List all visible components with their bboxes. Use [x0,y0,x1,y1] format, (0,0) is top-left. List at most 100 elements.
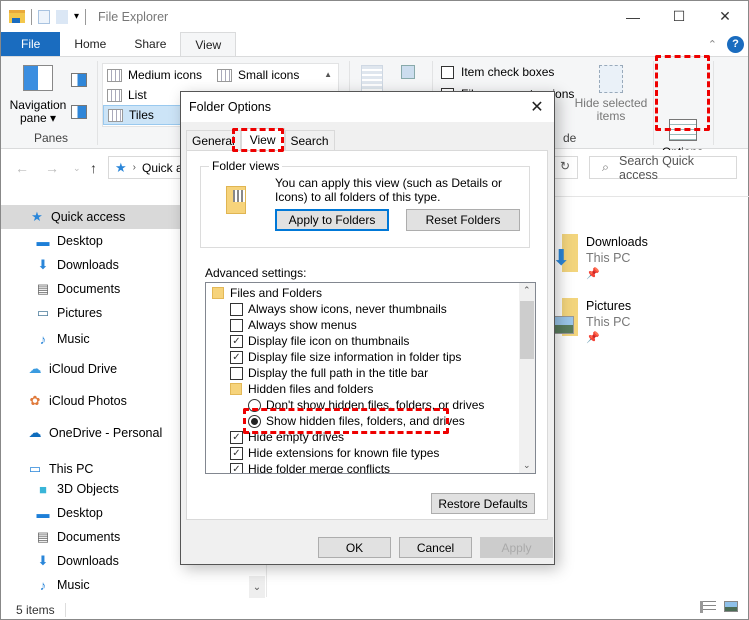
advanced-settings-list[interactable]: ✓ Hide folder merge conflicts ✓ Hide extens… [205,282,536,474]
navigation-pane-button[interactable]: Navigation pane ▾ [7,63,69,125]
layout-list[interactable]: List [103,85,147,105]
music-icon: ♪ [39,577,47,593]
details-view-icon[interactable] [700,601,716,613]
setting-always-show-icons-never-thumbnails[interactable]: Always show icons, never thumbnails [230,301,447,317]
folder-app-icon [9,10,25,23]
minimize-button[interactable]: — [610,1,656,32]
apply-button[interactable]: Apply [480,537,553,558]
checkbox-checked[interactable]: ✓ [230,446,243,460]
panes-group-label: Panes [34,131,69,145]
highlight-view-tab [232,128,284,152]
layout-label: Medium icons [128,68,203,82]
content-item-pictures[interactable]: Pictures This PC 📌 [548,298,632,346]
setting-hide-folder-merge-conflicts[interactable]: ✓ Hide folder merge conflicts [230,461,390,473]
advanced-scrollbar[interactable]: ⌃ ⌄ [519,283,535,473]
ok-button[interactable]: OK [318,537,391,558]
list-icon [107,88,122,102]
gallery-scroll-up-icon[interactable]: ▲ [324,70,332,79]
restore-defaults-button[interactable]: Restore Defaults [431,493,535,514]
group-separator [653,61,654,145]
tab-file[interactable]: File [1,32,61,56]
recent-locations-icon[interactable]: ⌄ [73,163,81,174]
downloads-folder-icon: ⬇ [552,234,578,274]
large-icons-view-icon[interactable] [724,601,738,612]
group-by-icon[interactable] [401,65,415,79]
icloud-icon: ☁ [28,361,42,376]
back-icon[interactable]: ← [15,160,29,176]
status-bar: 5 items [1,599,748,620]
onedrive-icon: ☁ [28,425,42,440]
reset-folders-button[interactable]: Reset Folders [406,209,520,231]
setting-display-the-full-path-in-the-title-bar[interactable]: Display the full path in the title bar [230,365,428,381]
checkbox-checked[interactable]: ✓ [230,334,243,348]
collapse-ribbon-icon[interactable]: ⌃ [708,38,717,51]
folder-views-legend: Folder views [209,159,283,173]
checkbox-unchecked[interactable] [230,302,243,316]
setting-display-file-size-information-in-folder-tips[interactable]: ✓ Display file size information in folder… [230,349,461,365]
breadcrumb-chevron-icon: › [132,162,136,173]
layout-small-icons[interactable]: Small icons [213,65,299,85]
highlight-options [655,55,710,131]
setting-hide-extensions-for-known-file-types[interactable]: ✓ Hide extensions for known file types [230,445,439,461]
apply-to-folders-button[interactable]: Apply to Folders [275,209,389,231]
checkbox-checked[interactable]: ✓ [230,430,243,444]
sidebar-item-label: Quick access [51,210,126,224]
checkbox-checked[interactable]: ✓ [230,462,243,473]
dialog-tab-search[interactable]: Search [284,130,335,150]
ribbon-tabs: File Home Share View ⌃ ? [1,32,748,56]
folder-icon [212,287,224,299]
item-check-boxes-option[interactable]: Item check boxes [441,65,554,79]
documents-icon: ▤ [36,281,50,296]
file-explorer-window: ▾ File Explorer — ☐ ✕ File Home Share Vi… [0,0,749,620]
tab-home[interactable]: Home [60,32,120,56]
details-pane-icon[interactable] [71,105,87,119]
item-name: Pictures [586,299,632,313]
navigation-pane-label: Navigation pane ▾ [9,98,67,125]
scroll-down-icon[interactable]: ⌄ [523,460,531,471]
scroll-thumb[interactable] [520,301,534,359]
properties-icon[interactable] [38,9,50,24]
forward-icon[interactable]: → [45,160,59,176]
checkbox-unchecked[interactable] [230,318,243,332]
content-item-downloads[interactable]: ⬇ Downloads This PC 📌 [552,234,648,282]
maximize-button[interactable]: ☐ [656,1,702,32]
sidebar-item-label: Music [57,332,90,346]
pictures-folder-icon [548,298,578,338]
setting-label: Hidden files and folders [248,382,374,396]
dialog-close-button[interactable]: ✕ [526,96,548,118]
sidebar-item-label: Downloads [57,554,119,568]
download-icon: ⬇ [37,553,49,568]
layout-tiles[interactable]: Tiles [103,105,183,125]
divider [549,196,749,197]
show-hide-group-label: de [563,131,577,145]
checkbox-checked[interactable]: ✓ [230,350,243,364]
search-placeholder: Search Quick access [619,153,695,182]
pin-icon: 📌 [586,332,600,344]
setting-label: Display file icon on thumbnails [248,334,410,348]
layout-medium-icons[interactable]: Medium icons [103,65,202,85]
up-icon[interactable]: ↑ [90,160,97,176]
sidebar-item-label: Desktop [57,506,103,520]
layout-label: List [128,88,147,102]
setting-always-show-menus[interactable]: Always show menus [230,317,357,333]
close-button[interactable]: ✕ [702,1,748,32]
sidebar-item-music[interactable]: ♪ Music [1,573,266,597]
hide-selected-items-button[interactable]: Hide selected items [573,65,649,123]
checkbox-unchecked[interactable] [230,366,243,380]
help-icon[interactable]: ? [727,35,744,53]
download-icon: ⬇ [37,257,49,272]
scroll-up-icon[interactable]: ⌃ [523,285,531,296]
setting-display-file-icon-on-thumbnails[interactable]: ✓ Display file icon on thumbnails [230,333,409,349]
setting-label: Files and Folders [230,286,323,300]
sidebar-item-label: Desktop [57,234,103,248]
customize-qat-icon[interactable]: ▾ [74,11,79,22]
refresh-icon[interactable]: ↻ [560,159,570,173]
search-input[interactable]: ⌕ Search Quick access [589,153,737,182]
tab-view[interactable]: View [180,32,237,56]
cancel-button[interactable]: Cancel [399,537,472,558]
tab-share[interactable]: Share [120,32,180,56]
item-check-boxes-checkbox[interactable] [441,65,454,79]
sidebar-scroll-down[interactable]: ⌄ [249,576,265,598]
preview-pane-icon[interactable] [71,73,87,87]
new-folder-icon[interactable] [56,9,68,24]
